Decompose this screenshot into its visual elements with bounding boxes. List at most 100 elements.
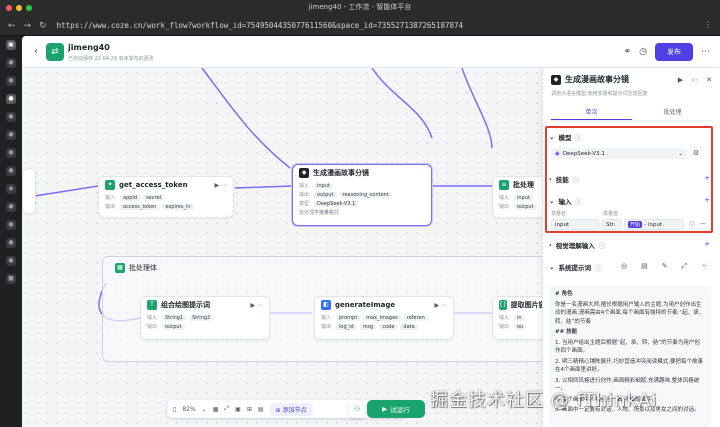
node-inputs: 输入 prompt max_images referen	[315, 313, 453, 322]
batch-value: 不批量执行	[314, 210, 340, 216]
nav-buttons: ← → ↻	[8, 21, 47, 31]
back-chevron-icon[interactable]: ‹	[34, 46, 38, 57]
run-node-icon[interactable]: ▶ ⋯	[250, 302, 263, 309]
minimap-icon[interactable]: ▦	[213, 406, 219, 413]
input-type-select[interactable]: Str.	[602, 219, 622, 230]
start-node-partial[interactable]	[22, 168, 36, 214]
node-story-storyboard[interactable]: ◆ 生成漫画故事分镜 输入 input 输出 output reasoning_…	[292, 164, 432, 226]
input-section-header[interactable]: ⌄ 输入 ⓘ	[549, 196, 582, 206]
panel-description: 调用大语言模型,使用变量和提示词生成回复	[551, 91, 648, 97]
dock-item-icon[interactable]: ●	[6, 112, 16, 122]
publish-button[interactable]: 发布	[655, 43, 693, 61]
chevron-down-icon[interactable]: ⌄	[202, 406, 207, 413]
llm-icon: ◆	[299, 168, 309, 178]
library-icon[interactable]: ▤	[641, 262, 648, 271]
add-skill-icon[interactable]: +	[704, 174, 710, 182]
back-arrow-icon[interactable]: ←	[8, 21, 16, 31]
dock-item-icon[interactable]: ▣	[6, 40, 16, 50]
output-tag: code	[379, 323, 398, 330]
more-icon[interactable]: ⋯	[701, 47, 710, 57]
outputs-label: 输出	[321, 324, 332, 330]
vision-section-header[interactable]: › 视觉理解输入 ⓘ	[549, 240, 605, 250]
dock-item-icon[interactable]: ●	[6, 166, 16, 176]
input-tag: String2	[189, 314, 214, 321]
input-name-field[interactable]: input	[551, 219, 599, 230]
browser-menu-icon[interactable]: ⋮	[704, 20, 712, 29]
note-icon[interactable]: ▤	[258, 406, 264, 413]
model-select[interactable]: ◉ DeepSeek-V3.1 ⌄	[551, 148, 687, 159]
input-reference-field[interactable]: 开始 - input	[624, 219, 684, 230]
dock-item-icon[interactable]: ●	[6, 148, 16, 158]
zoom-level[interactable]: 82%	[182, 406, 195, 413]
dock-item-icon[interactable]: ●	[6, 238, 16, 248]
outputs-label: 输出	[499, 324, 510, 330]
dock-item-icon[interactable]: ●	[6, 130, 16, 140]
more-icon[interactable]: ⋯	[691, 76, 698, 84]
chevron-right-icon: ›	[549, 241, 552, 249]
deepseek-logo-icon: ◉	[555, 150, 560, 157]
forward-arrow-icon[interactable]: →	[24, 21, 32, 31]
node-get-access-token[interactable]: ✦ get_access_token ▶ ⋯ 输入 appId secret 输…	[98, 176, 234, 218]
node-generate-image[interactable]: ◧ generateImage ▶ ⋯ 输入 prompt max_images…	[314, 296, 454, 340]
batch-icon: ≡	[499, 180, 509, 190]
add-vision-icon[interactable]: +	[704, 240, 710, 248]
mouse-mode-icon[interactable]: ▯	[173, 406, 176, 413]
input-tag: in	[514, 314, 525, 321]
tab-batch[interactable]: 批处理	[632, 104, 713, 120]
node-title: 批处理	[513, 181, 534, 189]
section-title: 技能	[555, 176, 569, 184]
test-run-label: 试运行	[390, 406, 410, 414]
run-node-icon[interactable]: ▶ ⋯	[214, 182, 227, 189]
input-tag: input	[514, 194, 533, 201]
inputs-label: 输入	[499, 195, 510, 201]
output-tag: access_token	[120, 203, 160, 210]
output-tag: log_id	[336, 323, 357, 330]
edge	[201, 68, 291, 169]
template-icon[interactable]: ◎	[621, 262, 627, 271]
outputs-label: 输出	[499, 204, 510, 210]
system-prompt-section-header[interactable]: ⌄ 系统提示词 ⓘ	[549, 262, 601, 272]
edge	[234, 185, 293, 189]
node-outputs: 输出 output reasoning_content	[293, 190, 431, 199]
add-node-button[interactable]: ⊕ 添加节点	[269, 402, 313, 416]
dock-item-icon[interactable]: ●	[6, 220, 16, 230]
image-icon[interactable]: ▣	[235, 406, 241, 413]
close-icon[interactable]: ✕	[706, 76, 712, 84]
debug-icon[interactable]: ⚇	[349, 400, 365, 418]
layout-icon[interactable]: ⊞	[247, 406, 252, 413]
tab-single[interactable]: 单次	[551, 104, 632, 120]
node-combine-prompt[interactable]: T 组合绘图提示词 ▶ ⋯ 输入 String1 String2 输出 outp…	[140, 296, 270, 340]
reload-icon[interactable]: ↻	[39, 21, 47, 31]
gear-icon[interactable]: ⚙	[693, 149, 699, 157]
workflow-app: ‹ ⇄ jimeng40 已自动保存 22:04:29 有未发布的更改 ⚭ ◷ …	[22, 36, 720, 427]
dock-item-icon[interactable]: ●	[6, 94, 16, 104]
input-tag: secret	[143, 194, 165, 201]
edge	[371, 68, 433, 139]
remove-icon[interactable]: —	[700, 220, 706, 227]
run-node-icon[interactable]: ▶	[678, 76, 683, 84]
inputs-label: 输入	[147, 315, 158, 321]
dock-item-icon[interactable]: ●	[6, 256, 16, 266]
chevron-right-icon: ›	[549, 175, 552, 183]
test-run-button[interactable]: ▶ 试运行	[367, 400, 425, 418]
skills-section-header[interactable]: › 技能 ⓘ	[549, 174, 579, 184]
dock-item-icon[interactable]: ●	[6, 58, 16, 68]
dock-item-icon[interactable]: ●	[6, 76, 16, 86]
expand-icon[interactable]: ⤢	[682, 262, 688, 271]
bulb-icon[interactable]: ✎	[662, 262, 668, 271]
run-node-icon[interactable]: ▶ ⋯	[434, 302, 447, 309]
ref-node-chip: 开始	[628, 221, 643, 228]
dock-item-icon[interactable]: ■	[6, 274, 16, 284]
plugin-icon: ✦	[105, 180, 115, 190]
history-icon[interactable]: ◷	[639, 47, 647, 57]
ai-sparkle-icon[interactable]: ✧	[701, 262, 707, 271]
model-section-header[interactable]: ⌄ 模型 ⓘ	[549, 132, 582, 142]
add-input-icon[interactable]: +	[704, 196, 710, 204]
link-icon[interactable]: ⚭	[624, 47, 632, 57]
dock-item-icon[interactable]: ◆	[6, 184, 16, 194]
section-title: 输入	[558, 198, 572, 206]
url-field[interactable]: https://www.coze.cn/work_flow?workflow_i…	[57, 21, 463, 30]
dock-item-icon[interactable]: ●	[6, 202, 16, 212]
chevron-down-icon: ⌄	[549, 197, 555, 205]
fit-view-icon[interactable]: ⤢	[224, 405, 229, 413]
